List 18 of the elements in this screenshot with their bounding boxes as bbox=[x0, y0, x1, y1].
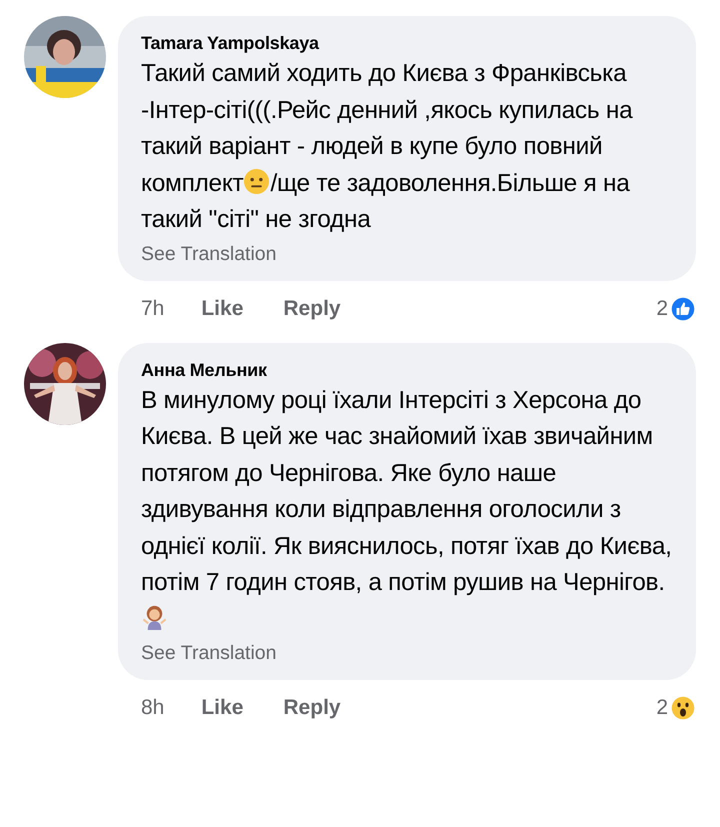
reaction-count: 2 bbox=[656, 296, 668, 322]
comment-text: В минулому році їхали Інтерсіті з Херсона до Києва. В цей же час знайомий їхав звичайним потягом до Чернігова. Яке було наше здивування коли відправлення оголосили з однієї колії. Як вияснилось, потяг їхав до Києва, потім 7 годин стояв, а потім рушив на Чернігов. bbox=[141, 382, 674, 638]
author-name[interactable]: Tamara Yampolskaya bbox=[141, 30, 674, 56]
author-name[interactable]: Анна Мельник bbox=[141, 356, 674, 382]
like-button[interactable]: Like bbox=[201, 292, 244, 324]
comment-text: Такий самий ходить до Києва з Франківська -Інтер-сіті(((.Рейс денний ,якось купилась на такий варіант - людей в купе було повний комплект /ще те задоволення.Більше я на такий "сіті" не згодна bbox=[141, 59, 634, 235]
wow-face-icon[interactable] bbox=[670, 695, 696, 721]
reaction-count: 2 bbox=[656, 695, 668, 722]
like-icon[interactable] bbox=[670, 296, 696, 322]
neutral-face-icon bbox=[243, 168, 270, 194]
comment-time: 8h bbox=[141, 695, 164, 722]
like-button[interactable]: Like bbox=[201, 692, 244, 724]
see-translation-link[interactable]: See Translation bbox=[141, 638, 674, 668]
reply-button[interactable]: Reply bbox=[283, 292, 341, 324]
reply-button[interactable]: Reply bbox=[283, 692, 341, 724]
see-translation-link[interactable]: See Translation bbox=[141, 238, 674, 268]
shrugging-person-icon bbox=[141, 604, 168, 630]
comment-time: 7h bbox=[141, 296, 164, 322]
